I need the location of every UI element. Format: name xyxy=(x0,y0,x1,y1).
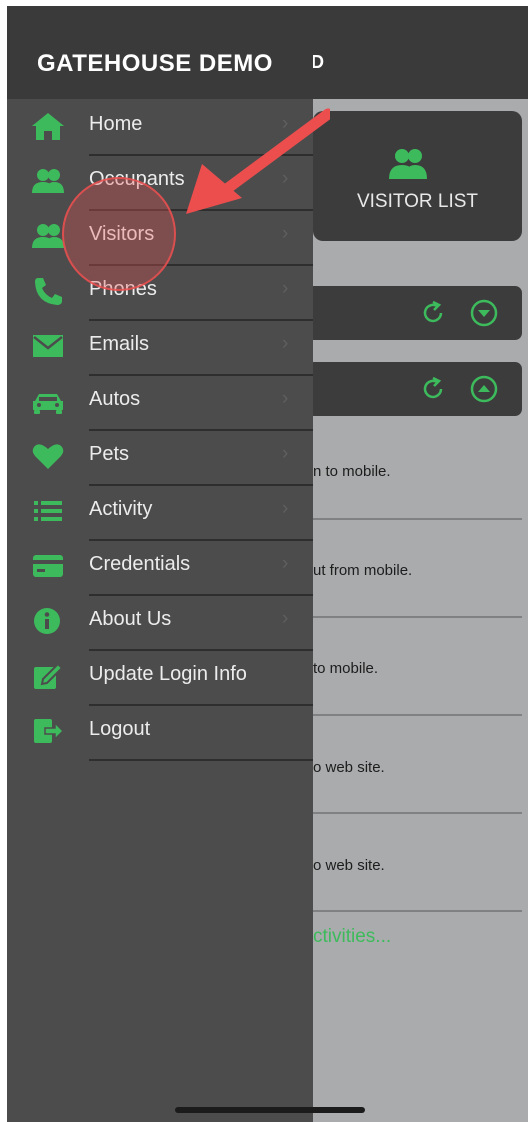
menu-item-credentials[interactable]: Credentials › xyxy=(7,541,313,596)
chevron-right-icon: › xyxy=(282,553,289,574)
info-icon xyxy=(34,608,60,634)
activity-line: o web site. xyxy=(313,759,385,776)
menu-item-label: About Us xyxy=(89,608,172,630)
activity-divider xyxy=(307,616,522,618)
activity-line: ut from mobile. xyxy=(313,562,413,579)
chevron-right-icon: › xyxy=(282,333,289,354)
activity-divider xyxy=(307,714,522,716)
activity-divider xyxy=(307,812,522,814)
chevron-right-icon: › xyxy=(282,278,289,299)
more-activities-link[interactable]: ctivities... xyxy=(313,926,391,948)
menu-item-update-login-info[interactable]: Update Login Info xyxy=(7,651,313,706)
visitor-list-tile[interactable]: VISITOR LIST xyxy=(313,111,522,241)
chevron-right-icon: › xyxy=(282,388,289,409)
menu-item-emails[interactable]: Emails › xyxy=(7,321,313,376)
menu-item-about-us[interactable]: About Us › xyxy=(7,596,313,651)
refresh-icon[interactable] xyxy=(419,299,447,327)
envelope-icon xyxy=(33,335,63,357)
home-indicator xyxy=(175,1107,365,1113)
refresh-icon[interactable] xyxy=(419,375,447,403)
car-icon xyxy=(33,394,63,414)
heart-icon xyxy=(32,444,64,469)
list-icon xyxy=(34,501,62,521)
users-icon xyxy=(32,224,64,248)
menu-item-activity[interactable]: Activity › xyxy=(7,486,313,541)
activity-divider xyxy=(307,910,522,912)
menu-item-phones[interactable]: Phones › xyxy=(7,266,313,321)
menu-item-logout[interactable]: Logout xyxy=(7,706,313,761)
credit-card-icon xyxy=(33,555,63,577)
activity-divider xyxy=(307,518,522,520)
menu-item-label: Home xyxy=(89,113,143,135)
chevron-up-circle-icon[interactable] xyxy=(470,375,498,403)
menu-item-label: Emails xyxy=(89,333,150,355)
menu-divider xyxy=(89,759,313,761)
phone-icon xyxy=(35,278,62,305)
edit-icon xyxy=(34,662,64,689)
chevron-right-icon: › xyxy=(282,223,289,244)
menu-item-label: Credentials xyxy=(89,553,191,575)
menu-item-label: Autos xyxy=(89,388,141,410)
activity-line: to mobile. xyxy=(313,660,379,677)
menu-item-label: Update Login Info xyxy=(89,663,247,685)
activity-line: o web site. xyxy=(313,857,385,874)
menu-item-autos[interactable]: Autos › xyxy=(7,376,313,431)
logout-icon xyxy=(34,719,65,743)
annotation-highlight-circle xyxy=(62,177,176,291)
section-bar-expanded[interactable] xyxy=(307,362,522,416)
drawer-header: GATEHOUSE DEMO xyxy=(7,6,313,99)
menu-item-label: Pets xyxy=(89,443,130,465)
chevron-down-circle-icon[interactable] xyxy=(470,299,498,327)
chevron-right-icon: › xyxy=(282,443,289,464)
chevron-right-icon: › xyxy=(282,498,289,519)
menu-item-label: Logout xyxy=(89,718,151,740)
section-bar-collapsed[interactable] xyxy=(307,286,522,340)
home-icon xyxy=(32,113,64,140)
users-icon xyxy=(32,169,64,193)
tile-label: VISITOR LIST xyxy=(356,191,479,212)
annotation-arrow-icon xyxy=(186,108,330,214)
app-title: GATEHOUSE DEMO xyxy=(37,50,273,77)
users-icon xyxy=(389,149,427,179)
menu-item-label: Activity xyxy=(89,498,153,520)
menu-item-pets[interactable]: Pets › xyxy=(7,431,313,486)
chevron-right-icon: › xyxy=(282,608,289,629)
activity-line: n to mobile. xyxy=(313,463,391,480)
